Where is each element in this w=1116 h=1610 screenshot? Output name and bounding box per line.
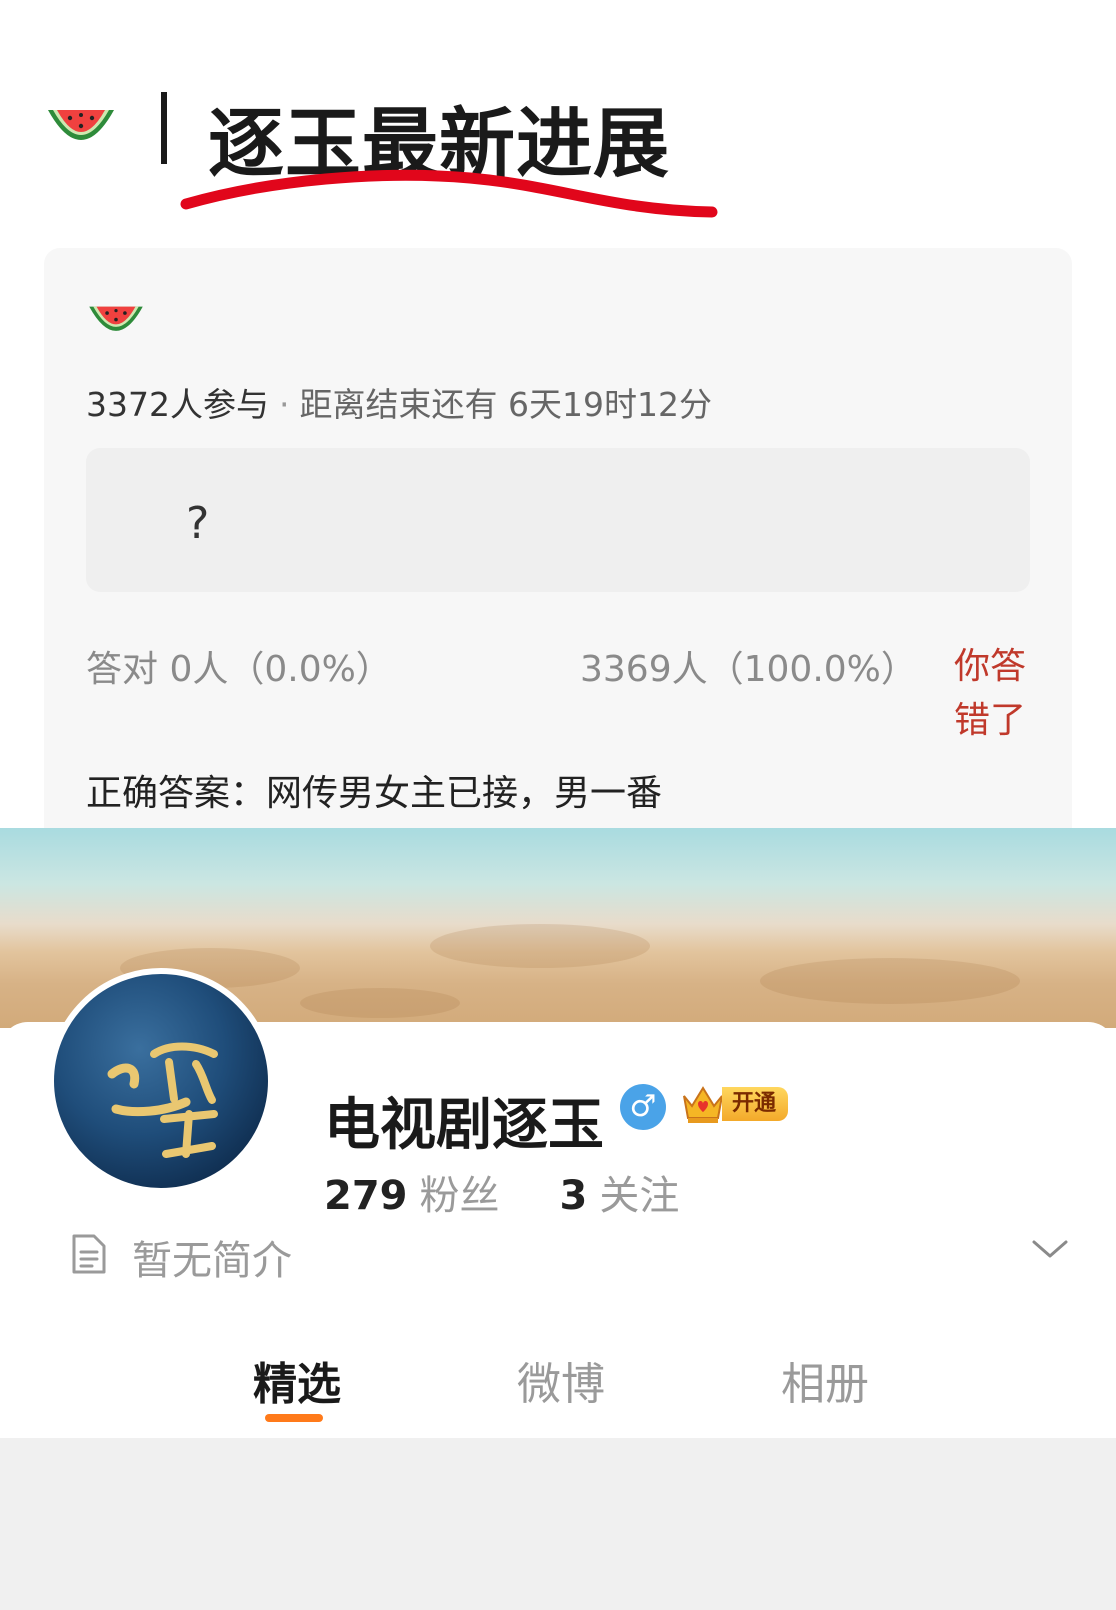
followers-stat[interactable]: 279 粉丝	[324, 1173, 500, 1219]
correct-answer: 正确答案：网传男女主已接，男一番	[86, 773, 663, 814]
vip-label: 开通	[722, 1087, 789, 1121]
correct-stat: 答对 0人（0.0%）	[86, 649, 392, 690]
profile-name: 电视剧逐玉	[324, 1093, 604, 1158]
tab-album[interactable]: 相册	[781, 1348, 869, 1412]
quiz-result: 你答错了	[954, 646, 1027, 741]
followers-count: 279	[324, 1173, 408, 1219]
red-underline-mark	[180, 169, 718, 218]
countdown: 距离结束还有 6天19时12分	[299, 385, 712, 424]
avatar[interactable]	[48, 968, 274, 1194]
header-divider	[161, 92, 167, 164]
profile-section: 电视剧逐玉 ♂ 开通 279 粉丝 3 关注 暂无简介 精选 微博 相册	[0, 828, 1116, 1438]
crown-icon	[683, 1086, 723, 1123]
document-icon	[72, 1234, 106, 1274]
watermelon-icon	[44, 100, 118, 158]
male-icon: ♂	[620, 1084, 666, 1130]
meta-separator: ·	[278, 385, 290, 424]
active-tab-indicator	[265, 1414, 323, 1422]
chevron-down-icon[interactable]	[1030, 1236, 1070, 1262]
profile-tabs: 精选 微博 相册	[0, 1328, 1116, 1438]
content-area	[0, 1438, 1116, 1610]
quiz-card: 3372人参与 · 距离结束还有 6天19时12分 ? 答对 0人（0.0%） 33…	[44, 248, 1072, 828]
following-count: 3	[559, 1173, 588, 1219]
profile-stats: 279 粉丝 3 关注	[324, 1163, 679, 1221]
wrong-stat: 3369人（100.0%）	[580, 649, 917, 690]
intro-text: 暂无简介	[132, 1238, 292, 1284]
following-stat[interactable]: 3 关注	[560, 1173, 680, 1219]
quiz-question-box[interactable]: ?	[86, 448, 1030, 592]
followers-label: 粉丝	[419, 1173, 500, 1219]
intro-row[interactable]: 暂无简介	[70, 1228, 1070, 1284]
avatar-calligraphy	[107, 1042, 218, 1158]
top-header: 逐玉最新进展	[0, 0, 1116, 250]
following-label: 关注	[599, 1173, 680, 1219]
quiz-meta: 3372人参与 · 距离结束还有 6天19时12分	[86, 378, 712, 426]
watermelon-icon	[86, 298, 146, 346]
tab-weibo[interactable]: 微博	[517, 1348, 605, 1412]
tab-featured[interactable]: 精选	[253, 1348, 341, 1412]
quiz-question: ?	[186, 498, 210, 549]
vip-open-button[interactable]: 开通	[680, 1082, 789, 1126]
participant-count: 3372人参与	[86, 385, 269, 424]
